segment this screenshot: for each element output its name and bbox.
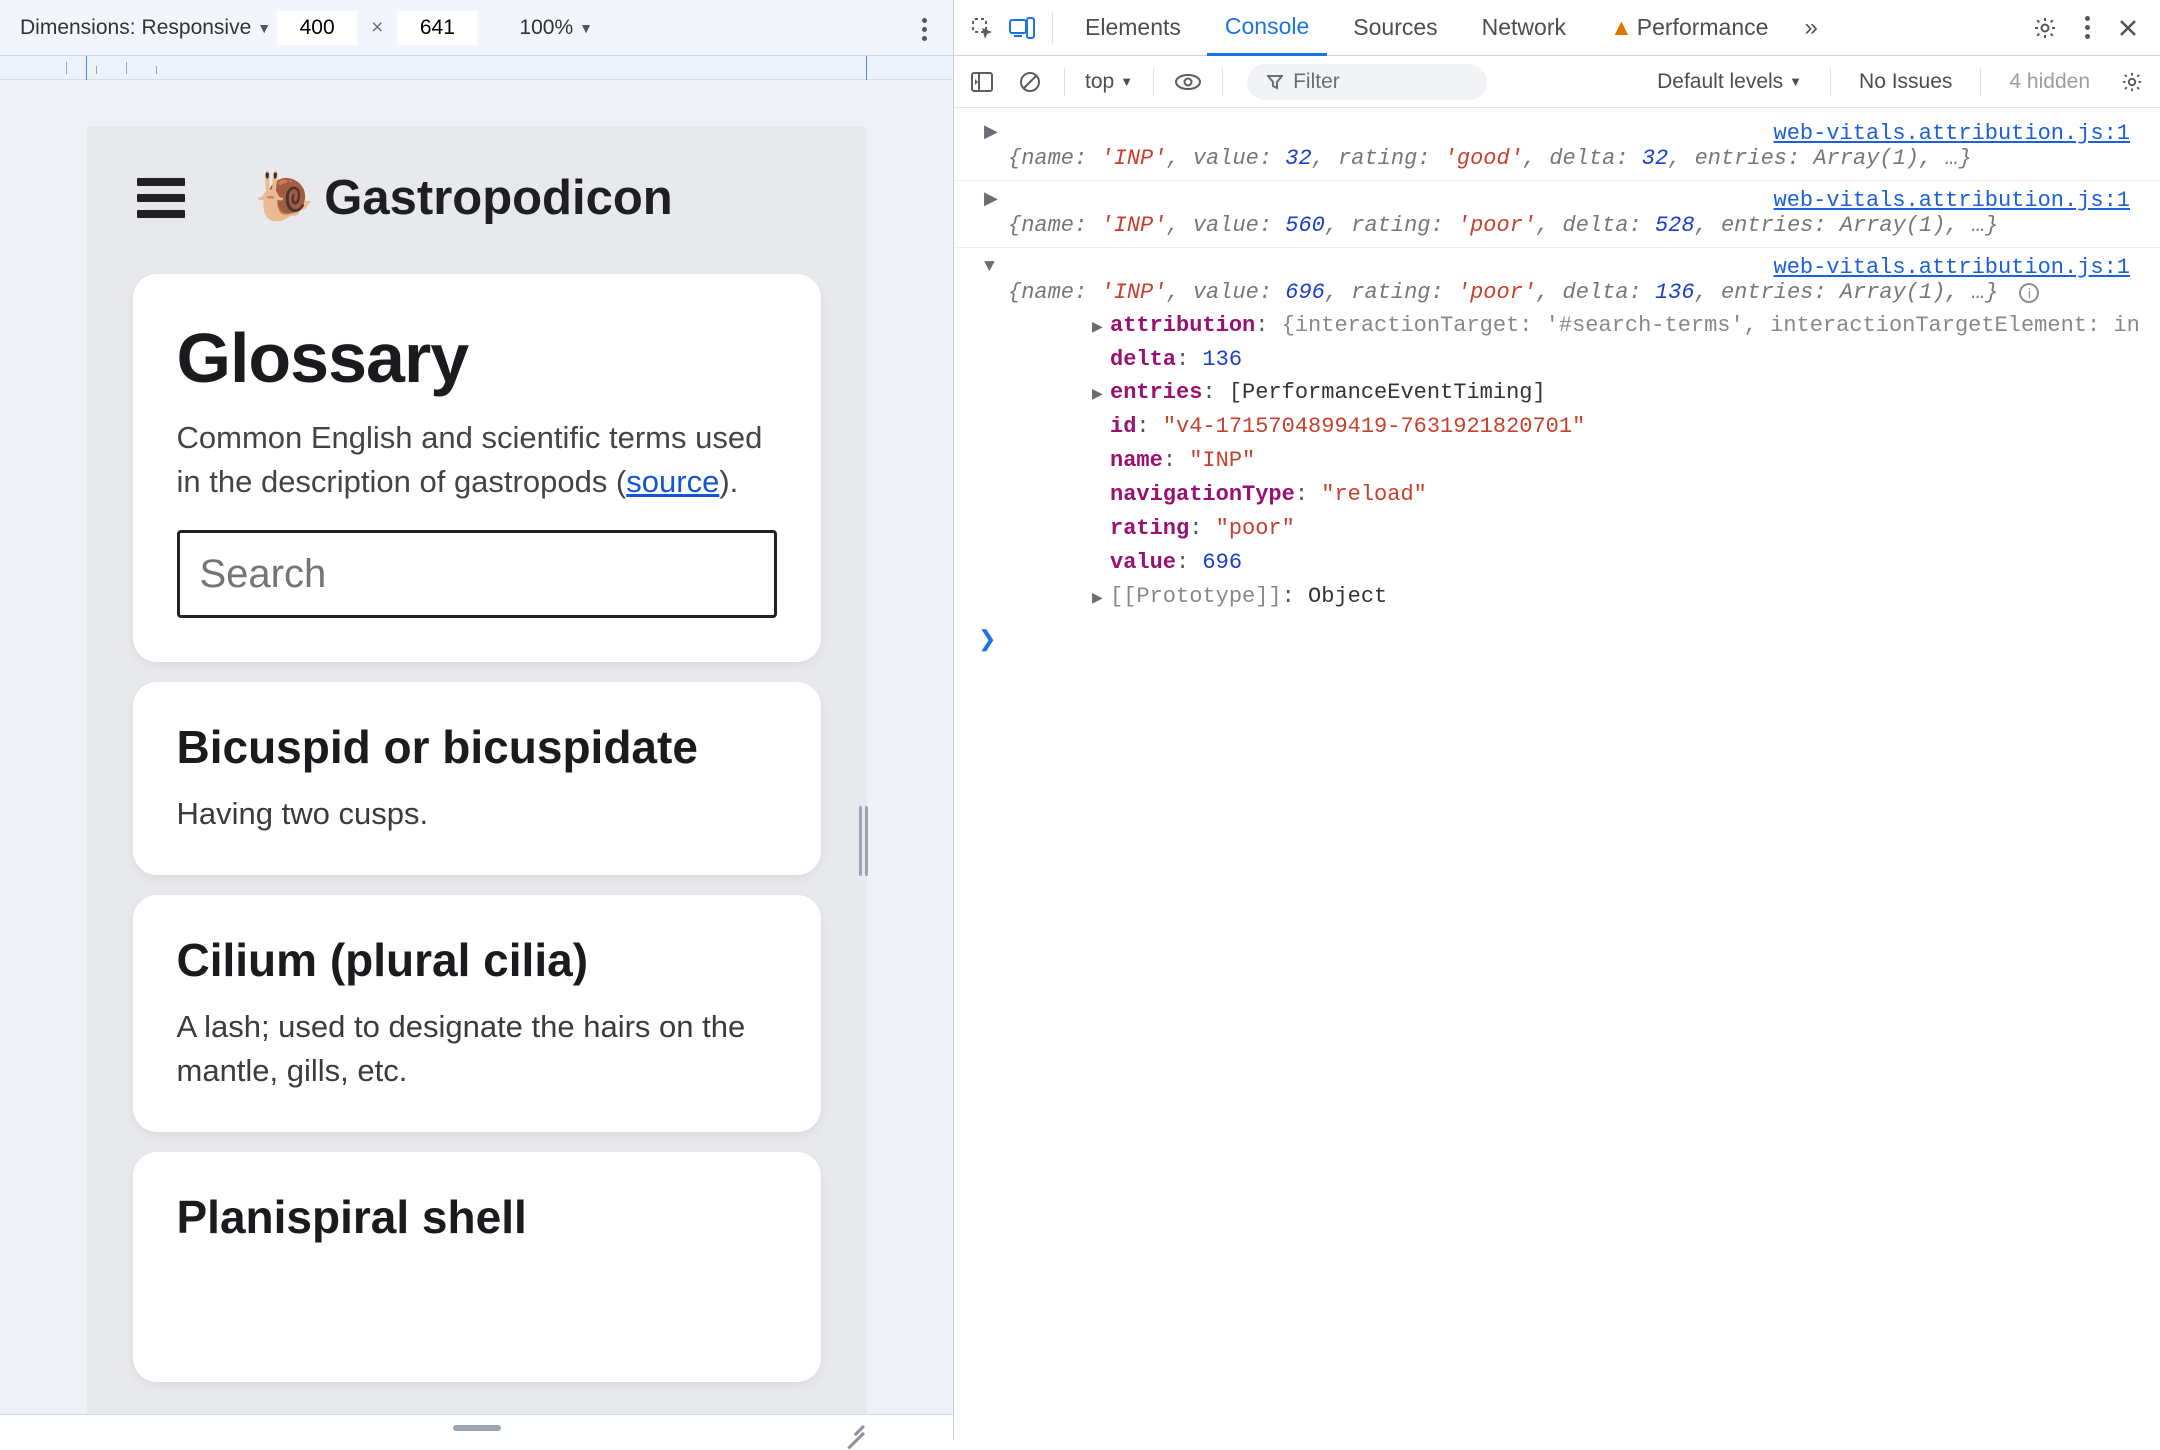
tab-network[interactable]: Network <box>1464 0 1584 56</box>
glossary-heading: Glossary <box>177 318 777 398</box>
console-output: web-vitals.attribution.js:1 {name: 'INP'… <box>954 108 2160 657</box>
expand-caret-icon[interactable] <box>984 187 998 213</box>
zoom-value: 100% <box>519 16 573 40</box>
entry-title: Cilium (plural cilia) <box>177 933 777 987</box>
entry-title: Planispiral shell <box>177 1190 777 1244</box>
width-input[interactable] <box>277 11 357 45</box>
tab-performance[interactable]: ▲ Performance <box>1592 0 1786 56</box>
site-title-text: Gastropodicon <box>324 170 672 226</box>
console-toolbar: top ▼ Filter Default levels ▼ No Issues … <box>954 56 2160 108</box>
emulated-viewport: 🐌 Gastropodicon Glossary Common English … <box>0 80 953 1440</box>
console-settings-icon[interactable] <box>2118 68 2146 96</box>
clear-console-icon[interactable] <box>1016 68 1044 96</box>
devtools-tabbar: Elements Console Sources Network ▲ Perfo… <box>954 0 2160 56</box>
height-input[interactable] <box>397 11 477 45</box>
chevron-down-icon: ▼ <box>1789 74 1802 89</box>
settings-icon[interactable] <box>2033 16 2057 40</box>
resize-corner-icon[interactable] <box>843 1412 865 1434</box>
site-title: 🐌 Gastropodicon <box>255 170 673 226</box>
zoom-picker[interactable]: 100% ▼ <box>519 16 593 40</box>
dimension-separator: × <box>371 16 383 40</box>
device-name: Responsive <box>142 16 252 40</box>
ruler <box>0 56 953 80</box>
console-log-entry[interactable]: web-vitals.attribution.js:1 {name: 'INP'… <box>954 114 2160 180</box>
dimensions-label: Dimensions: <box>20 16 136 40</box>
viewport-resize-handle[interactable] <box>858 806 870 876</box>
devtools-panel: Elements Console Sources Network ▲ Perfo… <box>953 0 2160 1440</box>
page: 🐌 Gastropodicon Glossary Common English … <box>87 126 867 1440</box>
device-toolbar: Dimensions: Responsive ▼ × 100% ▼ <box>0 0 953 56</box>
source-link[interactable]: web-vitals.attribution.js:1 <box>1774 185 2130 217</box>
glossary-description: Common English and scientific terms used… <box>177 416 777 504</box>
console-log-entry[interactable]: web-vitals.attribution.js:1 {name: 'INP'… <box>954 180 2160 247</box>
chevron-down-icon: ▼ <box>1120 74 1133 89</box>
device-menu-button[interactable] <box>922 14 927 45</box>
chevron-down-icon: ▼ <box>579 20 593 36</box>
info-icon[interactable]: i <box>2019 283 2039 303</box>
page-header: 🐌 Gastropodicon <box>87 126 867 254</box>
hidden-count[interactable]: 4 hidden <box>2009 70 2090 94</box>
glossary-entry: Bicuspid or bicuspidate Having two cusps… <box>133 682 821 875</box>
close-icon[interactable] <box>2118 18 2138 38</box>
warning-icon: ▲ <box>1610 14 1633 41</box>
inspect-icon[interactable] <box>966 12 998 44</box>
entry-body: Having two cusps. <box>177 792 777 835</box>
live-expression-icon[interactable] <box>1174 68 1202 96</box>
drawer-handle[interactable] <box>0 1414 953 1440</box>
sidebar-toggle-icon[interactable] <box>968 68 996 96</box>
tab-sources[interactable]: Sources <box>1335 0 1455 56</box>
more-tabs-icon[interactable]: » <box>1804 14 1817 42</box>
console-prompt[interactable]: ❯ <box>954 617 2160 657</box>
chevron-down-icon: ▼ <box>257 20 271 36</box>
source-link[interactable]: web-vitals.attribution.js:1 <box>1774 252 2130 284</box>
source-link[interactable]: web-vitals.attribution.js:1 <box>1774 118 2130 150</box>
console-log-entry[interactable]: web-vitals.attribution.js:1 {name: 'INP'… <box>954 247 2160 617</box>
device-toggle-icon[interactable] <box>1006 12 1038 44</box>
context-picker[interactable]: top ▼ <box>1085 70 1133 94</box>
collapse-caret-icon[interactable] <box>984 254 995 280</box>
menu-button[interactable] <box>137 178 185 218</box>
source-link[interactable]: source <box>626 464 719 499</box>
filter-icon <box>1267 74 1283 90</box>
entry-title: Bicuspid or bicuspidate <box>177 720 777 774</box>
search-input[interactable] <box>177 530 777 618</box>
expanded-object: ▶attribution: {interactionTarget: '#sear… <box>1008 309 2160 614</box>
entry-body: A lash; used to designate the hairs on t… <box>177 1005 777 1092</box>
snail-icon: 🐌 <box>255 174 315 222</box>
glossary-entry: Planispiral shell <box>133 1152 821 1382</box>
filter-input[interactable]: Filter <box>1247 64 1487 100</box>
expand-caret-icon[interactable] <box>984 120 998 146</box>
kebab-icon[interactable] <box>2085 12 2090 43</box>
grip-icon <box>453 1425 501 1431</box>
tab-console[interactable]: Console <box>1207 0 1327 56</box>
log-levels-picker[interactable]: Default levels ▼ <box>1657 70 1802 94</box>
glossary-entry: Cilium (plural cilia) A lash; used to de… <box>133 895 821 1132</box>
tab-elements[interactable]: Elements <box>1067 0 1199 56</box>
issues-label[interactable]: No Issues <box>1859 70 1952 94</box>
dimensions-picker[interactable]: Dimensions: Responsive ▼ <box>20 16 271 40</box>
glossary-card: Glossary Common English and scientific t… <box>133 274 821 662</box>
